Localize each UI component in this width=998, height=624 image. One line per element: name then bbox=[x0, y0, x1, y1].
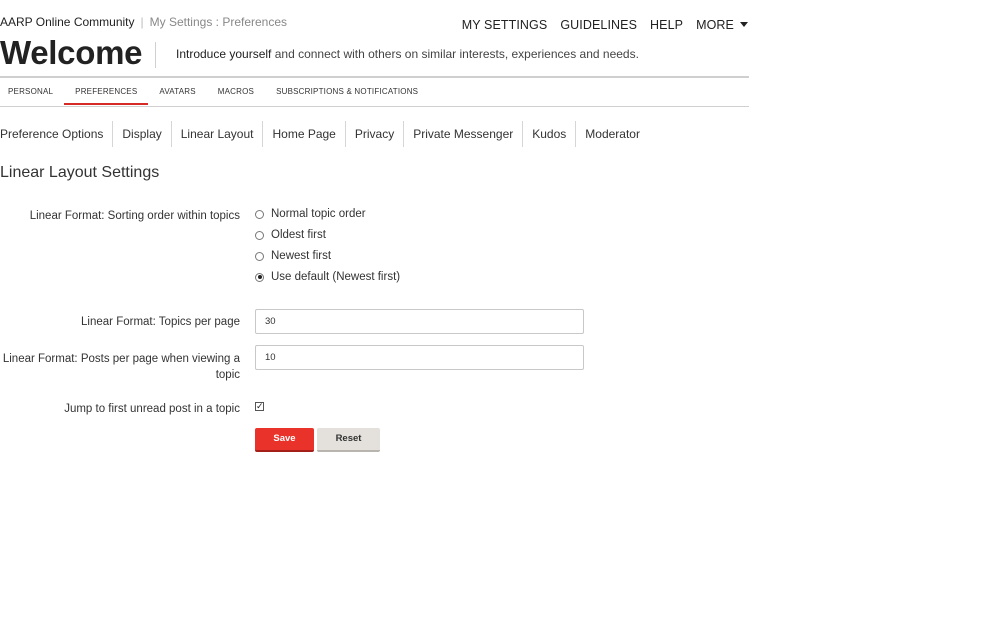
subtab-moderator[interactable]: Moderator bbox=[575, 121, 649, 147]
radio-newest-label: Newest first bbox=[271, 250, 332, 262]
preference-subtabs: Preference Options Display Linear Layout… bbox=[0, 121, 649, 147]
radio-default[interactable] bbox=[255, 272, 264, 282]
subtab-linear-layout[interactable]: Linear Layout bbox=[170, 121, 263, 147]
intro-bold: Introduce yourself bbox=[176, 47, 272, 61]
breadcrumb-separator: | bbox=[140, 15, 144, 29]
nav-guidelines[interactable]: GUIDELINES bbox=[560, 18, 637, 32]
radio-option-default[interactable]: Use default (Newest first) bbox=[255, 271, 400, 283]
breadcrumb-current: My Settings : Preferences bbox=[149, 15, 288, 29]
radio-normal[interactable] bbox=[255, 209, 264, 219]
top-nav: MY SETTINGS GUIDELINES HELP MORE bbox=[462, 18, 748, 32]
posts-per-page-label-line2: topic bbox=[215, 369, 240, 381]
breadcrumb-site-link[interactable]: AARP Online Community bbox=[0, 15, 135, 29]
header-divider bbox=[155, 42, 156, 68]
subtab-privacy[interactable]: Privacy bbox=[344, 121, 403, 147]
subtab-kudos[interactable]: Kudos bbox=[522, 121, 575, 147]
settings-tabs: PERSONAL PREFERENCES AVATARS MACROS SUBS… bbox=[0, 80, 749, 107]
tab-macros[interactable]: MACROS bbox=[207, 80, 265, 105]
tab-preferences[interactable]: PREFERENCES bbox=[64, 80, 149, 105]
subtab-display[interactable]: Display bbox=[112, 121, 170, 147]
nav-more-label: MORE bbox=[696, 18, 734, 32]
radio-default-label: Use default (Newest first) bbox=[271, 271, 401, 283]
reset-button[interactable]: Reset bbox=[317, 428, 380, 452]
page-title: Welcome bbox=[0, 34, 143, 71]
radio-option-oldest[interactable]: Oldest first bbox=[255, 229, 326, 241]
radio-oldest-label: Oldest first bbox=[271, 229, 326, 241]
caret-down-icon bbox=[740, 22, 748, 28]
subtab-private-messenger[interactable]: Private Messenger bbox=[403, 121, 522, 147]
intro-rest: and connect with others on similar inter… bbox=[271, 47, 639, 61]
radio-oldest[interactable] bbox=[255, 230, 264, 240]
posts-per-page-input[interactable] bbox=[255, 345, 584, 370]
save-button[interactable]: Save bbox=[255, 428, 314, 452]
section-title: Linear Layout Settings bbox=[0, 164, 160, 181]
radio-newest[interactable] bbox=[255, 251, 264, 261]
tab-subscriptions[interactable]: SUBSCRIPTIONS & NOTIFICATIONS bbox=[265, 80, 429, 105]
nav-help[interactable]: HELP bbox=[650, 18, 683, 32]
subtab-preference-options[interactable]: Preference Options bbox=[0, 121, 112, 147]
topics-per-page-label: Linear Format: Topics per page bbox=[81, 316, 240, 328]
header-rule bbox=[0, 76, 749, 78]
subtab-home-page[interactable]: Home Page bbox=[262, 121, 344, 147]
nav-more[interactable]: MORE bbox=[696, 18, 748, 32]
nav-my-settings[interactable]: MY SETTINGS bbox=[462, 18, 548, 32]
topics-per-page-input[interactable] bbox=[255, 309, 584, 334]
posts-per-page-label: Linear Format: Posts per page when viewi… bbox=[0, 351, 240, 383]
posts-per-page-label-line1: Linear Format: Posts per page when viewi… bbox=[2, 353, 240, 365]
intro-text: Introduce yourself and connect with othe… bbox=[176, 47, 639, 61]
radio-option-newest[interactable]: Newest first bbox=[255, 250, 331, 262]
tab-avatars[interactable]: AVATARS bbox=[148, 80, 206, 105]
breadcrumb: AARP Online Community | My Settings : Pref… bbox=[0, 15, 287, 29]
jump-unread-checkbox[interactable]: ✓ bbox=[255, 402, 264, 411]
jump-unread-label: Jump to first unread post in a topic bbox=[64, 403, 240, 415]
tab-personal[interactable]: PERSONAL bbox=[0, 80, 64, 105]
sorting-order-label: Linear Format: Sorting order within topi… bbox=[29, 210, 240, 222]
radio-normal-label: Normal topic order bbox=[271, 208, 366, 220]
radio-option-normal[interactable]: Normal topic order bbox=[255, 208, 366, 220]
